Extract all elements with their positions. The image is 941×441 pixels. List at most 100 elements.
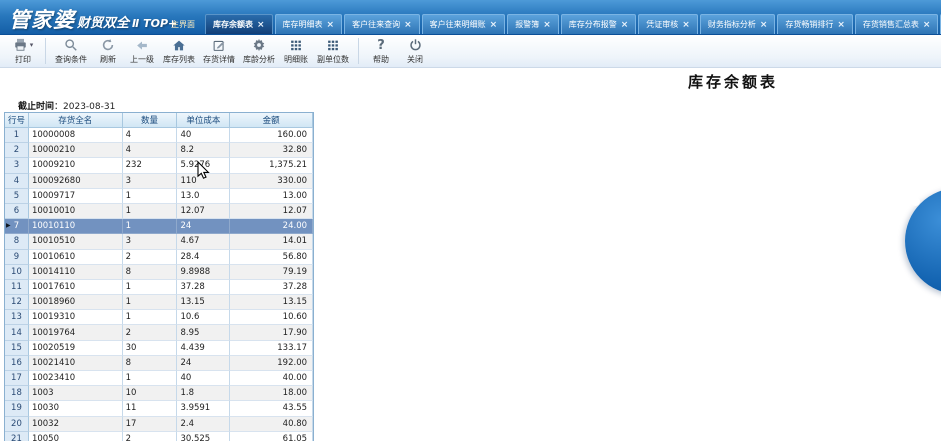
tab-close-icon[interactable]: × (682, 20, 690, 30)
tab-alarm-book[interactable]: 报警簿× (507, 14, 559, 34)
table-row[interactable]: 1310019310110.610.60 (5, 310, 313, 325)
toolbar-button-label: 帮助 (373, 54, 389, 65)
quantity-cell: 17 (123, 417, 178, 432)
table-row[interactable]: 910010610228.456.80 (5, 250, 313, 265)
tab-close-icon[interactable]: × (837, 20, 845, 30)
amount-cell: 79.19 (230, 265, 313, 280)
tab-stock-sales-summary[interactable]: 存货销售汇总表× (855, 14, 939, 34)
table-row[interactable]: 81001051034.6714.01 (5, 234, 313, 249)
tab-close-icon[interactable]: × (543, 20, 551, 30)
table-row[interactable]: 1210018960113.1513.15 (5, 295, 313, 310)
inventory-balance-table: 行号存货全名数量单位成本金额110000008440160.0021000021… (4, 112, 314, 441)
tab-stock-bestseller-ranking[interactable]: 存货畅销排行× (777, 14, 853, 34)
quantity-cell: 3 (123, 174, 178, 189)
tab-customer-current-detail[interactable]: 客户往来明细账× (422, 14, 506, 34)
amount-cell: 24.00 (230, 219, 313, 234)
table-row[interactable]: 1110017610137.2837.28 (5, 280, 313, 295)
dropdown-caret-icon[interactable]: ▾ (30, 42, 34, 49)
quantity-cell: 10 (123, 386, 178, 401)
table-row[interactable]: 181003101.818.00 (5, 386, 313, 401)
stock-name-cell: 10010010 (29, 204, 123, 219)
row-number-cell: 3 (5, 158, 29, 173)
row-number-cell: 17 (5, 371, 29, 386)
tab-label: 主界面 (171, 19, 195, 30)
stock-name-cell: 10032 (29, 417, 123, 432)
tab-voucher-audit[interactable]: 凭证审核× (638, 14, 698, 34)
stock-name-cell: 10009210 (29, 158, 123, 173)
toolbar-button-label: 存货详情 (203, 54, 235, 65)
tab-financial-indicator-analysis[interactable]: 财务指标分析× (700, 14, 776, 34)
unit-cost-cell: 110 (177, 174, 230, 189)
unit-cost-cell: 40 (177, 128, 230, 143)
table-row[interactable]: 101001411089.898879.19 (5, 265, 313, 280)
tab-customer-current-query[interactable]: 客户往来查询× (344, 14, 420, 34)
toolbar-button-label: 库存列表 (163, 54, 195, 65)
tab-inventory-balance[interactable]: 库存余额表× (205, 14, 273, 34)
quantity-cell: 1 (123, 280, 178, 295)
row-number-cell: 9 (5, 250, 29, 265)
row-number-cell: 2 (5, 143, 29, 158)
stock-age-analysis-button[interactable]: 库龄分析 (239, 36, 279, 67)
table-row[interactable]: 110000008440160.00 (5, 128, 313, 143)
column-header[interactable]: 金额 (230, 113, 313, 128)
inventory-list-button[interactable]: 库存列表 (159, 36, 199, 67)
table-row[interactable]: 1910030113.959143.55 (5, 401, 313, 416)
quantity-cell: 2 (123, 432, 178, 441)
row-number-cell: ▶7 (5, 219, 29, 234)
tab-close-icon[interactable]: × (490, 20, 498, 30)
tab-inventory-distribution-alarm[interactable]: 库存分布报警× (561, 14, 637, 34)
column-header[interactable]: 单位成本 (177, 113, 230, 128)
table-row[interactable]: 141001976428.9517.90 (5, 325, 313, 340)
row-number-cell: 13 (5, 310, 29, 325)
unit-cost-cell: 8.95 (177, 325, 230, 340)
column-header[interactable]: 行号 (5, 113, 29, 128)
stock-name-cell: 10000210 (29, 143, 123, 158)
amount-cell: 61.05 (230, 432, 313, 441)
quantity-cell: 3 (123, 234, 178, 249)
print-button[interactable]: ▾打印 (6, 36, 40, 67)
table-row[interactable]: 2110050230.52561.05 (5, 432, 313, 441)
table-row[interactable]: 2010032172.440.80 (5, 417, 313, 432)
tab-close-icon[interactable]: × (327, 20, 335, 30)
refresh-button[interactable]: 刷新 (91, 36, 125, 67)
tab-close-icon[interactable]: × (257, 20, 265, 30)
row-number-cell: 19 (5, 401, 29, 416)
close-button[interactable]: 关闭 (398, 36, 432, 67)
query-conditions-button[interactable]: 查询条件 (51, 36, 91, 67)
table-row[interactable]: 510009717113.013.00 (5, 189, 313, 204)
tab-close-icon[interactable]: × (404, 20, 412, 30)
column-header[interactable]: 存货全名 (29, 113, 123, 128)
table-row[interactable]: 3100092102325.92761,375.21 (5, 158, 313, 173)
table-row[interactable]: 1510020519304.439133.17 (5, 341, 313, 356)
unit-cost-cell: 4.439 (177, 341, 230, 356)
table-row-selected[interactable]: ▶71001011012424.00 (5, 219, 313, 234)
row-number-cell: 16 (5, 356, 29, 371)
table-row[interactable]: 41000926803110330.00 (5, 174, 313, 189)
tab-inventory-detail[interactable]: 库存明细表× (275, 14, 343, 34)
tab-close-icon[interactable]: × (923, 20, 931, 30)
floating-assistant-button[interactable] (905, 188, 941, 294)
stock-detail-button[interactable]: 存货详情 (199, 36, 239, 67)
sub-unit-qty-button[interactable]: 副单位数 (313, 36, 353, 67)
report-title: 库存余额表 (688, 71, 778, 92)
stock-name-cell: 10018960 (29, 295, 123, 310)
help-button[interactable]: ?帮助 (364, 36, 398, 67)
table-row[interactable]: 171002341014040.00 (5, 371, 313, 386)
home-icon (172, 38, 186, 53)
stock-name-cell: 10019310 (29, 310, 123, 325)
stock-name-cell: 10023410 (29, 371, 123, 386)
up-level-button[interactable]: 上一级 (125, 36, 159, 67)
table-row[interactable]: 1610021410824192.00 (5, 356, 313, 371)
stock-name-cell: 1003 (29, 386, 123, 401)
tab-close-icon[interactable]: × (760, 20, 768, 30)
tab-main[interactable]: 主界面 (163, 14, 203, 34)
detail-ledger-button[interactable]: 明细账 (279, 36, 313, 67)
help-icon: ? (377, 38, 385, 53)
table-row[interactable]: 21000021048.232.80 (5, 143, 313, 158)
table-row[interactable]: 610010010112.0712.07 (5, 204, 313, 219)
toolbar-button-label: 刷新 (100, 54, 116, 65)
column-header[interactable]: 数量 (123, 113, 178, 128)
tab-close-icon[interactable]: × (621, 20, 629, 30)
amount-cell: 13.15 (230, 295, 313, 310)
edit-icon (212, 38, 226, 53)
